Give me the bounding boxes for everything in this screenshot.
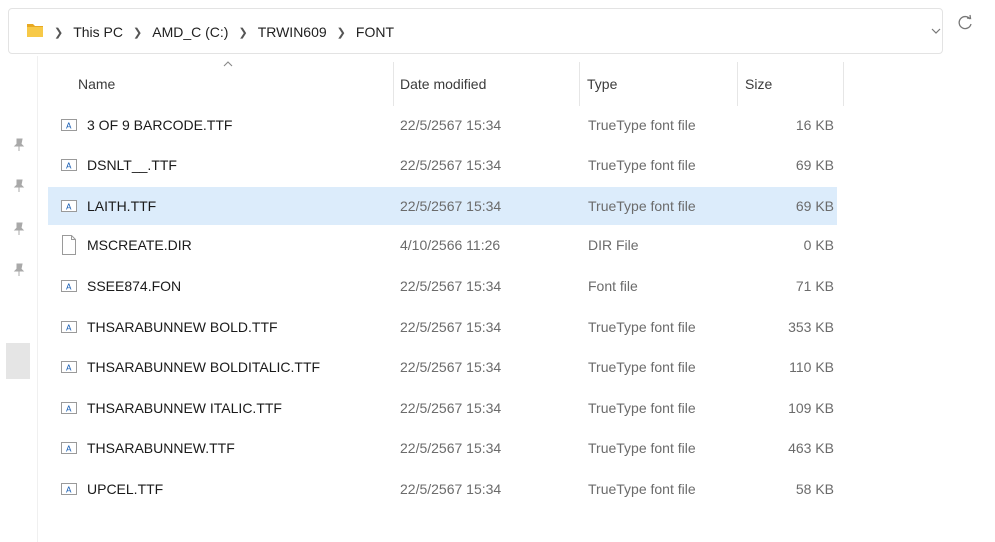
chevron-right-icon[interactable]: ❯	[54, 26, 63, 39]
font-file-icon: A	[61, 200, 77, 212]
refresh-icon[interactable]	[957, 14, 973, 32]
file-date: 22/5/2567 15:34	[400, 400, 502, 416]
file-type: TrueType font file	[588, 481, 696, 497]
file-size: 69 KB	[795, 157, 834, 173]
file-name: 3 OF 9 BARCODE.TTF	[87, 117, 233, 133]
file-size: 71 KB	[795, 278, 834, 294]
file-name: THSARABUNNEW BOLD.TTF	[87, 319, 278, 335]
file-size: 110 KB	[789, 359, 834, 375]
file-name: THSARABUNNEW ITALIC.TTF	[87, 400, 282, 416]
column-header-date-label: Date modified	[400, 76, 487, 92]
file-size: 69 KB	[795, 198, 834, 214]
pane-divider[interactable]	[37, 56, 38, 542]
file-name: THSARABUNNEW BOLDITALIC.TTF	[87, 359, 321, 375]
table-row[interactable]: A 3 OF 9 BARCODE.TTF 22/5/2567 15:34 Tru…	[48, 106, 837, 144]
column-header-type[interactable]: Type	[579, 62, 730, 106]
file-type: DIR File	[588, 237, 639, 253]
svg-text:A: A	[66, 405, 72, 414]
font-file-icon: A	[61, 442, 77, 454]
column-header-type-label: Type	[587, 76, 618, 92]
table-row[interactable]: MSCREATE.DIR 4/10/2566 11:26 DIR File 0 …	[48, 226, 837, 264]
file-date: 22/5/2567 15:34	[400, 359, 502, 375]
breadcrumb: ❯ This PC ❯ AMD_C (C:) ❯ TRWIN609 ❯ FONT	[54, 21, 394, 43]
address-bar[interactable]: ❯ This PC ❯ AMD_C (C:) ❯ TRWIN609 ❯ FONT	[8, 8, 943, 54]
file-date: 22/5/2567 15:34	[400, 319, 502, 335]
svg-text:A: A	[66, 324, 72, 333]
file-type: TrueType font file	[588, 117, 696, 133]
font-file-icon: A	[61, 402, 77, 414]
table-row[interactable]: A THSARABUNNEW BOLDITALIC.TTF 22/5/2567 …	[48, 348, 837, 386]
file-date: 22/5/2567 15:34	[400, 278, 502, 294]
table-row[interactable]: A DSNLT__.TTF 22/5/2567 15:34 TrueType f…	[48, 146, 837, 184]
svg-text:A: A	[66, 122, 72, 131]
chevron-down-icon[interactable]	[930, 25, 942, 37]
column-header-date[interactable]: Date modified	[393, 62, 577, 106]
file-date: 22/5/2567 15:34	[400, 440, 502, 456]
file-name: DSNLT__.TTF	[87, 157, 177, 173]
table-row[interactable]: A THSARABUNNEW.TTF 22/5/2567 15:34 TrueT…	[48, 429, 837, 467]
svg-text:A: A	[66, 203, 72, 212]
file-size: 0 KB	[803, 237, 834, 253]
file-date: 22/5/2567 15:34	[400, 117, 502, 133]
svg-text:A: A	[66, 486, 72, 495]
column-header-size[interactable]: Size	[737, 62, 844, 106]
font-file-icon: A	[61, 361, 77, 373]
navigation-pane	[0, 56, 37, 542]
file-type: TrueType font file	[588, 359, 696, 375]
table-row[interactable]: A SSEE874.FON 22/5/2567 15:34 Font file …	[48, 267, 837, 305]
pin-icon[interactable]	[13, 263, 25, 277]
table-row[interactable]: A THSARABUNNEW BOLD.TTF 22/5/2567 15:34 …	[48, 308, 837, 346]
table-row-selected[interactable]: A LAITH.TTF 22/5/2567 15:34 TrueType fon…	[48, 187, 837, 225]
file-date: 22/5/2567 15:34	[400, 481, 502, 497]
folder-icon	[27, 24, 43, 37]
chevron-right-icon[interactable]: ❯	[133, 26, 142, 39]
file-size: 463 KB	[788, 440, 834, 456]
table-row[interactable]: A THSARABUNNEW ITALIC.TTF 22/5/2567 15:3…	[48, 389, 837, 427]
file-date: 22/5/2567 15:34	[400, 198, 502, 214]
font-file-icon: A	[61, 321, 77, 333]
pin-icon[interactable]	[13, 222, 25, 236]
chevron-right-icon[interactable]: ❯	[337, 26, 346, 39]
file-date: 4/10/2566 11:26	[400, 237, 501, 253]
scrollbar-thumb[interactable]	[6, 343, 30, 379]
pin-icon[interactable]	[13, 179, 25, 193]
breadcrumb-drive[interactable]: AMD_C (C:)	[152, 24, 228, 40]
file-type: TrueType font file	[588, 400, 696, 416]
column-headers: Name Date modified Type Size	[40, 61, 845, 106]
file-type: TrueType font file	[588, 157, 696, 173]
svg-text:A: A	[66, 162, 72, 171]
breadcrumb-this-pc[interactable]: This PC	[73, 24, 123, 40]
file-type: TrueType font file	[588, 440, 696, 456]
column-header-size-label: Size	[745, 76, 773, 92]
file-type: Font file	[588, 278, 638, 294]
file-size: 58 KB	[795, 481, 834, 497]
svg-text:A: A	[66, 364, 72, 373]
file-name: MSCREATE.DIR	[87, 237, 192, 253]
file-name: SSEE874.FON	[87, 278, 182, 294]
svg-text:A: A	[66, 445, 72, 454]
font-file-icon: A	[61, 483, 77, 495]
sort-ascending-icon	[223, 61, 233, 67]
file-name: UPCEL.TTF	[87, 481, 164, 497]
table-row[interactable]: A UPCEL.TTF 22/5/2567 15:34 TrueType fon…	[48, 470, 837, 508]
file-name: THSARABUNNEW.TTF	[87, 440, 235, 456]
file-date: 22/5/2567 15:34	[400, 157, 502, 173]
breadcrumb-trwin609[interactable]: TRWIN609	[258, 24, 327, 40]
file-size: 16 KB	[795, 117, 834, 133]
column-header-name[interactable]: Name	[40, 61, 387, 106]
file-size: 353 KB	[788, 319, 834, 335]
font-file-icon: A	[61, 280, 77, 292]
file-size: 109 KB	[788, 400, 834, 416]
font-file-icon: A	[61, 159, 77, 171]
file-name: LAITH.TTF	[87, 198, 157, 214]
file-type: TrueType font file	[588, 198, 696, 214]
column-header-name-label: Name	[78, 76, 116, 92]
font-file-icon: A	[61, 119, 77, 131]
breadcrumb-font[interactable]: FONT	[356, 24, 394, 40]
generic-file-icon	[62, 235, 76, 255]
chevron-right-icon[interactable]: ❯	[238, 26, 247, 39]
pin-icon[interactable]	[13, 138, 25, 152]
svg-text:A: A	[66, 283, 72, 292]
file-type: TrueType font file	[588, 319, 696, 335]
